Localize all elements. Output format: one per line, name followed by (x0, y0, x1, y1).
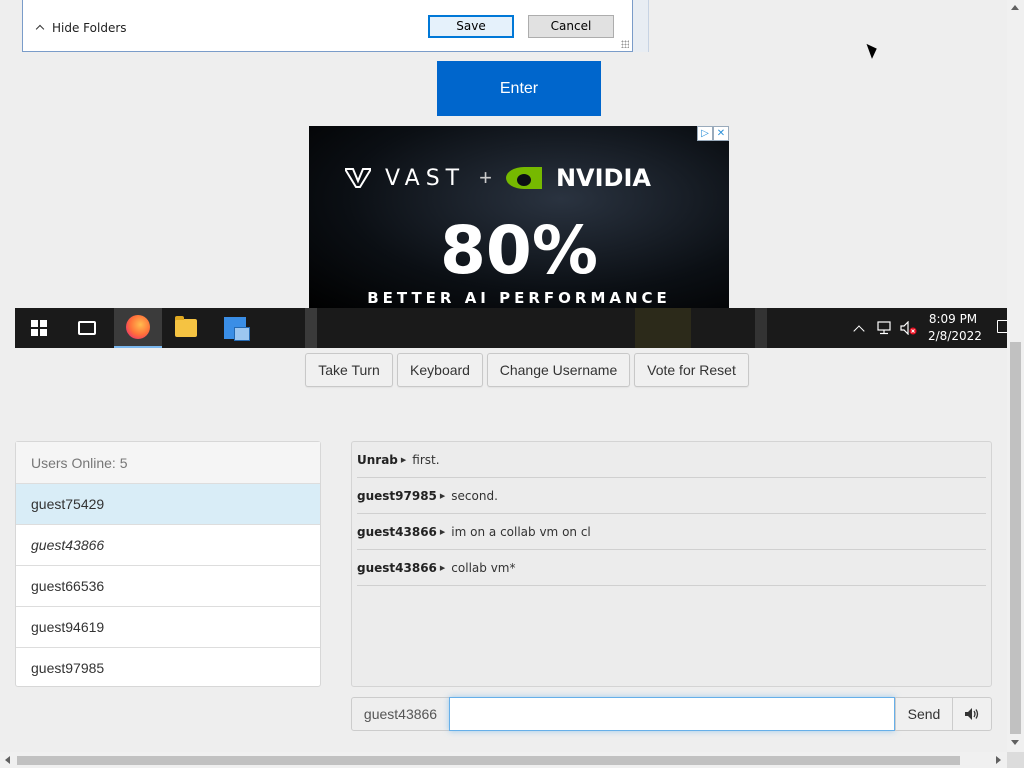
taskbar-bg-deco (755, 308, 767, 348)
user-list-item[interactable]: guest97985 (16, 648, 320, 689)
user-list-item[interactable]: guest94619 (16, 607, 320, 648)
taskbar: 8:09 PM 2/8/2022 (15, 308, 1011, 348)
scroll-down-arrow-icon[interactable] (1011, 740, 1019, 745)
taskbar-bg-deco (305, 308, 317, 348)
chat-text: first. (412, 452, 440, 467)
ad-headline: 80% (440, 212, 598, 289)
chat-username: guest43866 (357, 560, 437, 575)
volume-muted-icon[interactable] (900, 308, 920, 348)
save-button[interactable]: Save (428, 15, 514, 38)
taskbar-clock[interactable]: 8:09 PM 2/8/2022 (928, 311, 982, 345)
chat-input[interactable] (449, 697, 895, 731)
hide-folders-toggle[interactable]: Hide Folders (35, 21, 127, 35)
nvidia-brand: NVIDIA (555, 164, 651, 192)
clock-date: 2/8/2022 (928, 329, 982, 343)
advertisement[interactable]: ▷ ✕ VAST + NVIDIA 80% BETTER AI PERFORMA… (309, 126, 729, 308)
save-dialog: Hide Folders Save Cancel (22, 0, 633, 52)
ad-logos: VAST + NVIDIA (345, 164, 651, 192)
network-app-button[interactable] (211, 308, 259, 348)
user-list-item[interactable]: guest66536 (16, 566, 320, 607)
users-panel: Users Online: 5 guest75429 guest43866 gu… (15, 441, 321, 687)
volume-icon (965, 708, 979, 720)
chat-message: Unrab ▶ first. (357, 442, 986, 478)
arrow-right-icon: ▶ (439, 563, 446, 572)
clock-time: 8:09 PM (928, 312, 978, 326)
folder-icon (175, 316, 197, 337)
horizontal-scroll-thumb[interactable] (17, 756, 960, 765)
network-tray-icon (877, 321, 891, 335)
adchoices-icon[interactable]: ▷ (697, 126, 713, 141)
send-button[interactable]: Send (895, 697, 953, 731)
ad-close-icon[interactable]: ✕ (713, 126, 729, 141)
take-turn-button[interactable]: Take Turn (305, 353, 393, 387)
task-view-icon (78, 321, 96, 335)
vertical-scroll-thumb[interactable] (1010, 342, 1021, 734)
arrow-right-icon: ▶ (439, 491, 446, 500)
dialog-edge (633, 0, 649, 52)
hide-folders-label: Hide Folders (52, 21, 127, 35)
taskbar-bg-deco (635, 308, 691, 348)
scroll-right-arrow-icon[interactable] (996, 756, 1001, 764)
ad-plus: + (479, 165, 492, 190)
start-button[interactable] (15, 308, 63, 348)
scrollbar-corner (1007, 752, 1024, 768)
vast-logo-icon (345, 168, 371, 188)
horizontal-scrollbar[interactable] (0, 752, 1007, 768)
nvidia-logo-icon (505, 167, 542, 189)
cancel-button[interactable]: Cancel (528, 15, 614, 38)
chat-text: second. (451, 488, 498, 503)
vote-reset-button[interactable]: Vote for Reset (634, 353, 749, 387)
chat-text: im on a collab vm on cl (451, 524, 591, 539)
users-online-header: Users Online: 5 (16, 442, 320, 484)
windows-icon (31, 320, 47, 336)
keyboard-button[interactable]: Keyboard (397, 353, 483, 387)
chat-log[interactable]: Unrab ▶ first. guest97985 ▶ second. guest4… (351, 441, 992, 687)
chat-message: guest43866 ▶ collab vm* (357, 550, 986, 586)
scroll-up-arrow-icon[interactable] (1011, 5, 1019, 10)
chat-username: guest43866 (357, 524, 437, 539)
speaker-muted-icon (900, 321, 917, 335)
chat-input-bar: guest43866 Send (351, 697, 992, 731)
current-username: guest43866 (351, 697, 450, 731)
chat-message: guest97985 ▶ second. (357, 478, 986, 514)
change-username-button[interactable]: Change Username (487, 353, 630, 387)
volume-button[interactable] (952, 697, 992, 731)
show-hidden-icons-chevron-icon[interactable] (855, 308, 869, 348)
vertical-scrollbar[interactable] (1007, 0, 1024, 752)
ad-badges: ▷ ✕ (697, 126, 729, 141)
chat-username: guest97985 (357, 488, 437, 503)
arrow-right-icon: ▶ (439, 527, 446, 536)
resize-grip-icon[interactable] (621, 40, 629, 48)
ad-subline: BETTER AI PERFORMANCE (367, 289, 671, 307)
chevron-up-icon (35, 23, 45, 33)
firefox-icon (126, 315, 150, 339)
vast-brand: VAST (385, 165, 466, 191)
task-view-button[interactable] (63, 308, 111, 348)
user-list-item[interactable]: guest75429 (16, 484, 320, 525)
chat-text: collab vm* (451, 560, 516, 575)
arrow-right-icon: ▶ (400, 455, 407, 464)
chat-username: Unrab (357, 452, 398, 467)
network-icon[interactable] (877, 308, 895, 348)
network-app-icon (224, 317, 250, 341)
scroll-left-arrow-icon[interactable] (5, 756, 10, 764)
enter-button[interactable]: Enter (437, 61, 601, 116)
user-list-item-self[interactable]: guest43866 (16, 525, 320, 566)
chat-message: guest43866 ▶ im on a collab vm on cl (357, 514, 986, 550)
firefox-taskbar-button[interactable] (114, 308, 162, 348)
file-explorer-button[interactable] (162, 308, 210, 348)
mouse-cursor-icon (866, 41, 880, 59)
